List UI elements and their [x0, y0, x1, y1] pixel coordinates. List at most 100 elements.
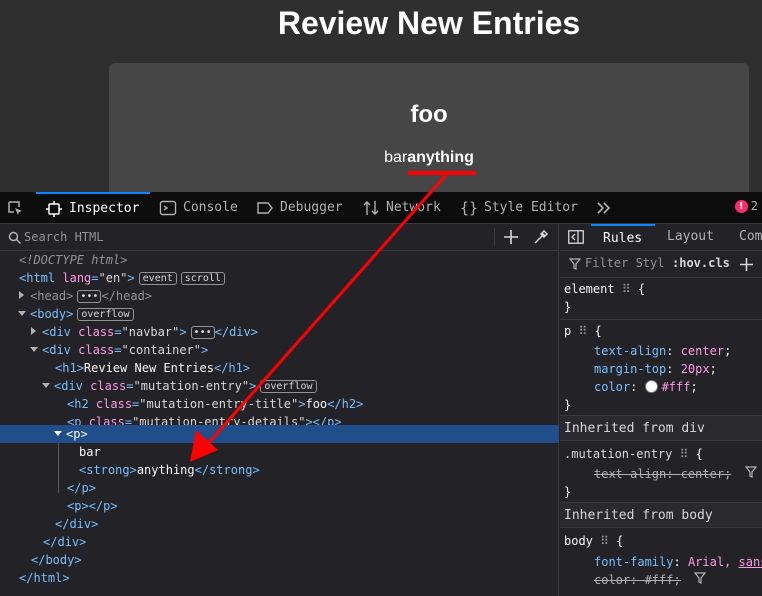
page-title: Review New Entries: [277, 5, 581, 41]
rules-sidebar: Rules Layout Com Filter Styl :hov.cls el…: [560, 224, 762, 596]
tab-style-editor-label: Style Editor: [484, 200, 578, 215]
filter-icon: [693, 572, 707, 587]
tree-p-selected[interactable]: <p>: [0, 425, 559, 443]
color-swatch[interactable]: [644, 380, 658, 393]
console-icon: [159, 199, 177, 217]
rule-close: }: [564, 300, 572, 314]
sidebar-toggle-icon[interactable]: [568, 230, 584, 248]
search-html-input[interactable]: [24, 228, 484, 246]
grid-icon: ⠿: [578, 324, 588, 338]
error-count-badge[interactable]: ! 2: [734, 199, 758, 213]
tab-console-label: Console: [183, 200, 238, 215]
scroll-badge[interactable]: scroll: [180, 272, 225, 285]
expand-icon: [31, 327, 36, 335]
tree-guide-line: [58, 443, 59, 493]
ellipsis-badge[interactable]: •••: [77, 290, 102, 303]
add-rule-icon[interactable]: [739, 257, 754, 275]
search-icon: [8, 230, 22, 249]
search-html-bar: [0, 224, 558, 251]
tree-div-close[interactable]: </div>: [0, 515, 559, 533]
error-icon: !: [734, 199, 748, 213]
mutation-entry-card: foo baranything: [109, 63, 749, 192]
eyedropper-icon[interactable]: [533, 229, 549, 249]
decl-color-overridden[interactable]: color: #fff;: [560, 571, 762, 589]
collapse-icon: [54, 431, 62, 436]
grid-icon: ⠿: [600, 534, 609, 548]
entry-text-plain: bar: [384, 149, 408, 166]
tree-h1[interactable]: <h1>Review New Entries</h1>: [0, 359, 559, 377]
tree-div-navbar[interactable]: <div class="navbar"> ••• </div>: [0, 323, 559, 341]
tab-rules[interactable]: Rules: [591, 224, 655, 251]
rule-body[interactable]: body ⠿ {: [560, 532, 762, 550]
decl-text-align[interactable]: text-align: center;: [560, 342, 762, 360]
rule-p-selector[interactable]: p ⠿ {: [560, 322, 762, 340]
tree-div-container[interactable]: <div class="container">: [0, 341, 559, 359]
tab-debugger-label: Debugger: [280, 200, 343, 215]
add-node-icon[interactable]: [503, 229, 519, 249]
tree-head[interactable]: <head> ••• </head>: [0, 287, 559, 305]
decl-color[interactable]: color: #fff;: [560, 378, 762, 396]
rule-element[interactable]: element ⠿ {: [560, 280, 762, 298]
tree-h2[interactable]: <h2 class="mutation-entry-title">foo</h2…: [0, 395, 559, 413]
tab-inspector[interactable]: Inspector: [36, 192, 150, 223]
hov-cls-toggle[interactable]: :hov.cls: [672, 256, 730, 270]
markup-view: <!DOCTYPE html> <html lang="en">eventscr…: [0, 224, 559, 596]
tree-body-close[interactable]: </body>: [0, 551, 559, 569]
tab-computed[interactable]: Com: [739, 224, 762, 251]
network-icon: [362, 199, 380, 217]
page-viewport: Review New Entries foo baranything: [0, 0, 762, 192]
tree-div-mutation-entry[interactable]: <div class="mutation-entry"> overflow: [0, 377, 559, 395]
more-tools-button[interactable]: [595, 192, 619, 223]
event-badge[interactable]: event: [138, 272, 177, 285]
filter-styles-bar: Filter Styl :hov.cls: [560, 251, 762, 278]
rules-tabbar: Rules Layout Com: [560, 224, 762, 251]
grid-icon: ⠿: [621, 282, 631, 296]
debugger-icon: [256, 199, 274, 217]
inherited-from-div: Inherited from div: [560, 415, 762, 441]
tree-doctype[interactable]: <!DOCTYPE html>: [0, 251, 559, 269]
tree-strong[interactable]: <strong>anything</strong>: [0, 461, 559, 479]
tree-body[interactable]: <body> overflow: [0, 305, 559, 323]
filter-icon: [744, 466, 757, 481]
filter-styles-input[interactable]: Filter Styl: [585, 256, 664, 270]
collapse-icon: [30, 347, 38, 352]
tree-text-bar[interactable]: bar: [0, 443, 559, 461]
tab-style-editor[interactable]: {} Style Editor: [460, 192, 578, 223]
overflow-badge[interactable]: overflow: [77, 308, 134, 321]
tab-network[interactable]: Network: [362, 192, 441, 223]
ellipsis-badge[interactable]: •••: [190, 326, 215, 339]
tab-layout[interactable]: Layout: [667, 224, 714, 251]
decl-margin-top[interactable]: margin-top: 20px;: [560, 360, 762, 378]
style-editor-icon: {}: [460, 198, 479, 217]
search-divider: [494, 228, 495, 246]
pick-element-button[interactable]: [6, 192, 30, 223]
tree-p-empty[interactable]: <p></p>: [0, 497, 559, 515]
tab-debugger[interactable]: Debugger: [256, 192, 343, 223]
tree-html-close[interactable]: </html>: [0, 569, 559, 587]
overflow-badge[interactable]: overflow: [260, 380, 317, 393]
tree-p-close[interactable]: </p>: [0, 479, 559, 497]
entry-text-strong: anything: [407, 149, 474, 166]
inspector-icon: [45, 200, 63, 218]
tree-html[interactable]: <html lang="en"> event scroll: [0, 269, 559, 287]
pick-element-icon: [6, 199, 24, 217]
devtools-toolbar: Inspector Console Debugger Network {} St…: [0, 192, 762, 224]
rule-mutation-entry[interactable]: .mutation-entry ⠿ {: [560, 445, 762, 463]
inherited-from-body: Inherited from body: [560, 502, 762, 528]
expand-icon: [19, 291, 24, 299]
entry-paragraph: baranything: [109, 149, 749, 167]
decl-font-family[interactable]: font-family: Arial, sans: [560, 553, 762, 571]
entry-title: foo: [410, 101, 448, 128]
rule-close: }: [564, 398, 572, 412]
tab-console[interactable]: Console: [159, 192, 238, 223]
collapse-icon: [42, 383, 50, 388]
rule-close: }: [564, 485, 572, 499]
tree-div-close[interactable]: </div>: [0, 533, 559, 551]
rule-divider: [560, 319, 762, 320]
tab-inspector-label: Inspector: [69, 201, 140, 216]
error-count: 2: [750, 199, 758, 213]
collapse-icon: [18, 311, 26, 316]
filter-icon: [568, 258, 582, 273]
tab-network-label: Network: [386, 200, 441, 215]
decl-text-align-overridden[interactable]: text-align: center;: [560, 465, 762, 483]
